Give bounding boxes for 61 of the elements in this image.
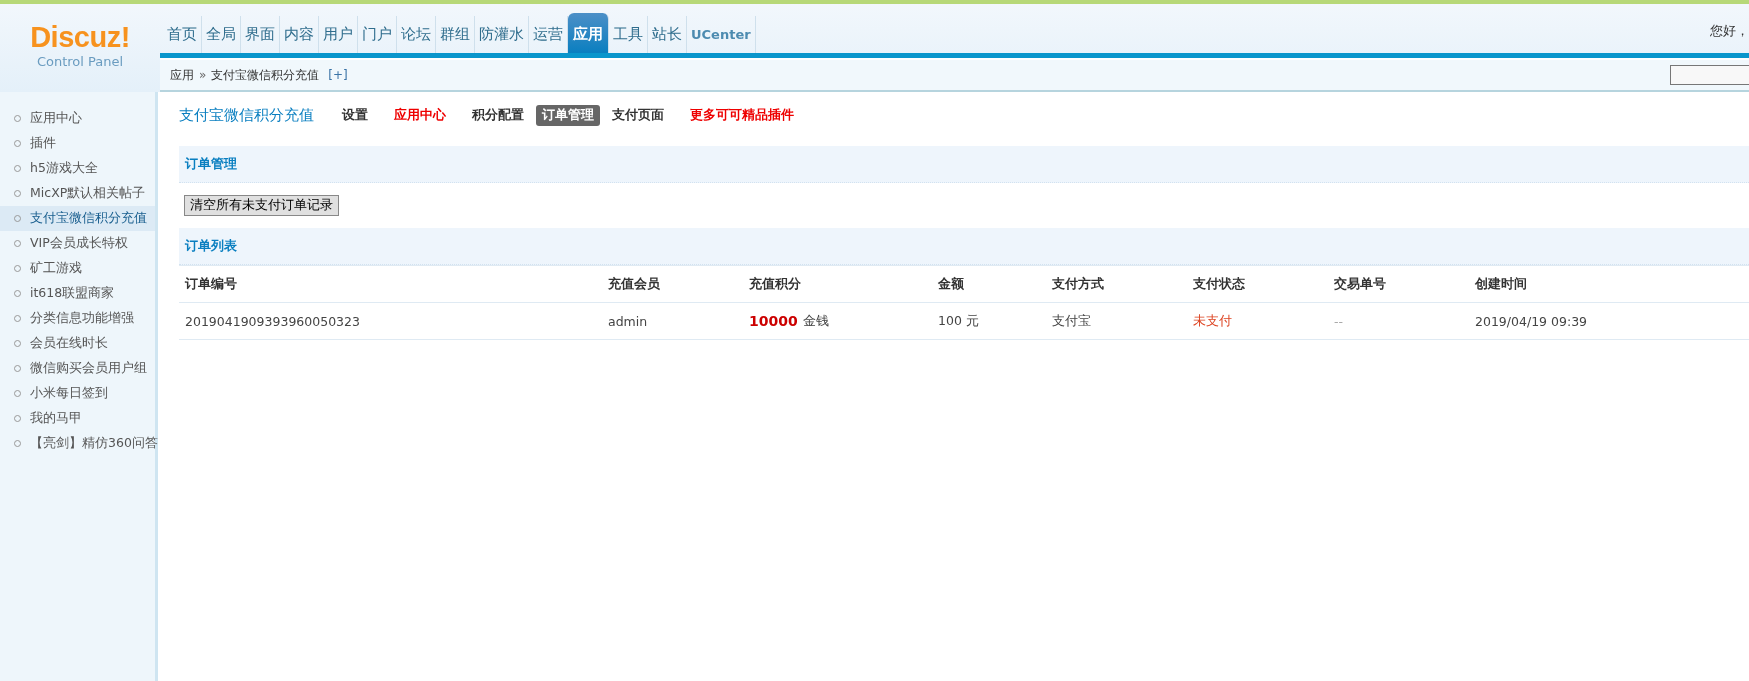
nav-tab[interactable]: 首页 [163, 16, 202, 54]
sidebar-item[interactable]: 插件 [0, 131, 155, 156]
greeting-text: 您好， [1710, 22, 1749, 40]
column-header: 订单编号 [184, 275, 238, 293]
sidebar-item[interactable]: it618联盟商家 [0, 281, 155, 306]
breadcrumb-separator: » [199, 68, 207, 82]
column-header: 支付方式 [1051, 275, 1105, 293]
table-cell: admin [608, 313, 648, 329]
table-cell: 100 元 [938, 312, 979, 330]
sidebar-item[interactable]: 应用中心 [0, 106, 155, 131]
sidebar-item[interactable]: 微信购买会员用户组 [0, 356, 155, 381]
table-cell: -- [1334, 313, 1344, 329]
breadcrumb-link[interactable]: 应用 [170, 66, 194, 84]
plugin-tab[interactable]: 支付页面 [606, 104, 670, 126]
sidebar-item[interactable]: 分类信息功能增强 [0, 306, 155, 331]
column-header: 金额 [937, 275, 965, 293]
search-field[interactable] [1670, 65, 1749, 85]
sidebar-item[interactable]: 支付宝微信积分充值 [0, 206, 155, 231]
table-cell: 2019041909393960050323 [185, 313, 360, 329]
sidebar-item[interactable]: 小米每日签到 [0, 381, 155, 406]
nav-tab[interactable]: 界面 [241, 16, 280, 54]
nav-tab[interactable]: 防灌水 [475, 16, 529, 54]
logo-subtitle: Control Panel [36, 54, 124, 69]
nav-tab[interactable]: UCenter [687, 16, 756, 54]
nav-tab[interactable]: 门户 [358, 16, 397, 54]
column-header: 创建时间 [1474, 275, 1528, 293]
sidebar-item[interactable]: 矿工游戏 [0, 256, 155, 281]
nav-tab[interactable]: 论坛 [397, 16, 436, 54]
sidebar-item[interactable]: MicXP默认相关帖子 [0, 181, 155, 206]
breadcrumb-current: 支付宝微信积分充值 [211, 66, 320, 84]
section-header: 订单列表 [179, 228, 1749, 265]
column-header: 充值积分 [748, 275, 802, 293]
nav-tab[interactable]: 用户 [319, 16, 358, 54]
sidebar-item[interactable]: h5游戏大全 [0, 156, 155, 181]
nav-tab[interactable]: 全局 [202, 16, 241, 54]
nav-tab[interactable]: 群组 [436, 16, 475, 54]
table-cell: 未支付 [1193, 312, 1232, 330]
clear-orders-button[interactable]: 清空所有未支付订单记录 [184, 195, 339, 216]
nav-tab[interactable]: 内容 [280, 16, 319, 54]
points-unit: 金钱 [802, 312, 829, 330]
logo-wordmark: Discuz! [30, 22, 130, 52]
sidebar-item[interactable]: 会员在线时长 [0, 331, 155, 356]
plugin-tab[interactable]: 订单管理 [536, 104, 600, 126]
points-amount: 10000 [749, 313, 798, 329]
column-header: 交易单号 [1333, 275, 1387, 293]
plugin-tab[interactable]: 设置 [336, 104, 374, 126]
plugin-tab[interactable]: 更多可可精品插件 [684, 104, 800, 126]
nav-tab[interactable]: 应用 [568, 13, 609, 54]
sidebar-item[interactable]: VIP会员成长特权 [0, 231, 155, 256]
plugin-title: 支付宝微信积分充值 [179, 105, 314, 125]
plugin-tab[interactable]: 应用中心 [388, 104, 452, 126]
table-cell: 支付宝 [1052, 312, 1091, 330]
section-header: 订单管理 [179, 146, 1749, 183]
nav-tab[interactable]: 站长 [648, 16, 687, 54]
plugin-tab[interactable]: 积分配置 [466, 104, 530, 126]
column-header: 充值会员 [607, 275, 661, 293]
add-shortcut-link[interactable]: [+] [328, 68, 348, 82]
nav-tab[interactable]: 工具 [609, 16, 648, 54]
table-cell: 2019/04/19 09:39 [1475, 313, 1588, 329]
column-header: 支付状态 [1192, 275, 1246, 293]
sidebar-item[interactable]: 我的马甲 [0, 406, 155, 431]
